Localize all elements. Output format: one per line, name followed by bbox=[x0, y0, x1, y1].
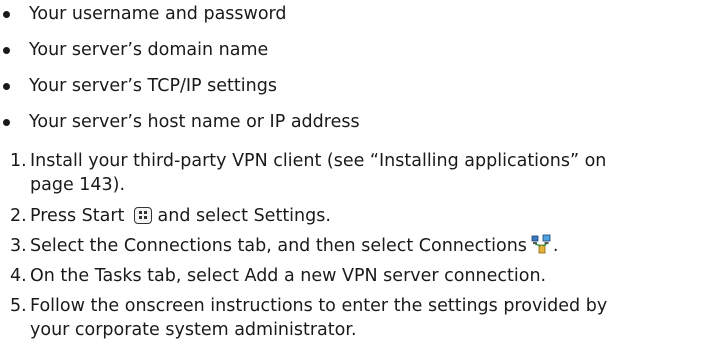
step-line: Follow the onscreen instructions to ente… bbox=[30, 296, 608, 316]
windows-start-icon bbox=[133, 207, 152, 224]
list-item-text: Your server’s domain name bbox=[29, 40, 269, 60]
list-item-text: Your username and password bbox=[29, 4, 287, 24]
step-line: Install your third-party VPN client (see… bbox=[30, 151, 607, 171]
step-line-start: Select the Connections tab, and then sel… bbox=[30, 236, 527, 256]
list-item-text: Your server’s host name or IP address bbox=[29, 112, 360, 132]
bullet-icon bbox=[3, 11, 10, 18]
step-number: 2. bbox=[10, 206, 27, 226]
bullet-icon bbox=[3, 47, 10, 54]
step-text: On the Tasks tab, select Add a new VPN s… bbox=[30, 264, 700, 288]
step-number: 5. bbox=[10, 296, 27, 316]
list-item-text: Your server’s TCP/IP settings bbox=[29, 76, 277, 96]
step-number: 1. bbox=[10, 151, 27, 171]
step-number: 3. bbox=[10, 236, 27, 256]
bullet-icon bbox=[3, 119, 10, 126]
step-line: Select the Connections tab, and then sel… bbox=[30, 234, 700, 261]
step-line-end: . bbox=[552, 236, 559, 256]
step-line: your corporate system administrator. bbox=[30, 320, 357, 340]
step-number: 4. bbox=[10, 266, 27, 286]
bullet-icon bbox=[3, 83, 10, 90]
step-line: On the Tasks tab, select Add a new VPN s… bbox=[30, 266, 547, 286]
step-text: Press Start and select Settings. bbox=[30, 204, 700, 228]
step-text: Select the Connections tab, and then sel… bbox=[30, 234, 700, 261]
connections-icon bbox=[531, 234, 553, 261]
step-line: Press Start and select Settings. bbox=[30, 204, 700, 228]
step-text: Follow the onscreen instructions to ente… bbox=[30, 294, 700, 342]
step-line-end: and select Settings. bbox=[157, 206, 331, 226]
step-line-start: Press Start bbox=[30, 206, 125, 226]
step-text: Install your third-party VPN client (see… bbox=[30, 149, 700, 197]
step-line: page 143). bbox=[30, 175, 126, 195]
